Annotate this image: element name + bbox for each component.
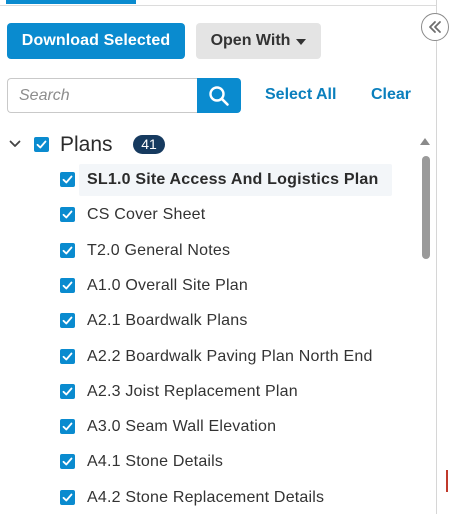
item-label[interactable]: A2.3 Joist Replacement Plan <box>87 376 298 408</box>
group-checkbox[interactable] <box>34 137 49 152</box>
search-icon <box>209 85 229 106</box>
list-item[interactable]: A2.1 Boardwalk Plans <box>0 305 420 337</box>
group-header-plans: Plans 41 <box>0 132 420 158</box>
list-item[interactable]: A2.2 Boardwalk Paving Plan North End <box>0 341 420 373</box>
clear-link[interactable]: Clear <box>371 86 411 104</box>
list-item[interactable]: A3.0 Seam Wall Elevation <box>0 411 420 443</box>
item-label[interactable]: A4.1 Stone Details <box>87 446 223 478</box>
select-all-link[interactable]: Select All <box>265 86 336 104</box>
open-with-dropdown[interactable]: Open With <box>196 23 321 59</box>
item-checkbox[interactable] <box>60 313 75 328</box>
scroll-up-arrow[interactable] <box>420 138 430 145</box>
check-icon <box>62 281 73 290</box>
item-checkbox[interactable] <box>60 419 75 434</box>
item-checkbox[interactable] <box>60 384 75 399</box>
active-tab-indicator[interactable] <box>6 0 136 4</box>
rail-marker <box>446 470 448 492</box>
scrollbar-thumb[interactable] <box>422 156 430 259</box>
search-button[interactable] <box>197 78 241 113</box>
item-checkbox[interactable] <box>60 454 75 469</box>
check-icon <box>62 210 73 219</box>
item-label[interactable]: CS Cover Sheet <box>87 199 205 231</box>
check-icon <box>62 246 73 255</box>
top-tab-strip <box>0 0 436 6</box>
check-icon <box>36 140 47 149</box>
caret-down-icon <box>296 39 307 45</box>
check-icon <box>62 387 73 396</box>
list-item[interactable]: T2.0 General Notes <box>0 235 420 267</box>
list-item[interactable]: A4.2 Stone Replacement Details <box>0 482 420 514</box>
download-selected-button[interactable]: Download Selected <box>7 23 185 59</box>
check-icon <box>62 175 73 184</box>
check-icon <box>62 422 73 431</box>
list-item[interactable]: A4.1 Stone Details <box>0 446 420 478</box>
list-item[interactable]: CS Cover Sheet <box>0 199 420 231</box>
right-rail <box>436 0 450 514</box>
chevron-down-icon[interactable] <box>9 138 21 150</box>
search-input[interactable] <box>7 78 199 113</box>
download-selected-label: Download Selected <box>21 32 171 49</box>
open-with-label: Open With <box>210 32 291 49</box>
list-item[interactable]: A2.3 Joist Replacement Plan <box>0 376 420 408</box>
item-checkbox[interactable] <box>60 243 75 258</box>
item-label[interactable]: A3.0 Seam Wall Elevation <box>87 411 276 443</box>
item-label[interactable]: A2.2 Boardwalk Paving Plan North End <box>87 341 373 373</box>
item-label[interactable]: A4.2 Stone Replacement Details <box>87 482 324 514</box>
item-checkbox[interactable] <box>60 207 75 222</box>
list-item[interactable]: A1.0 Overall Site Plan <box>0 270 420 302</box>
item-label[interactable]: T2.0 General Notes <box>87 235 230 267</box>
item-checkbox[interactable] <box>60 172 75 187</box>
check-icon <box>62 316 73 325</box>
double-chevron-left-icon <box>429 21 441 33</box>
item-label[interactable]: A1.0 Overall Site Plan <box>87 270 248 302</box>
count-badge: 41 <box>133 135 165 154</box>
item-checkbox[interactable] <box>60 490 75 505</box>
item-label[interactable]: SL1.0 Site Access And Logistics Plan <box>87 164 378 196</box>
item-label[interactable]: A2.1 Boardwalk Plans <box>87 305 248 337</box>
collapse-panel-button[interactable] <box>421 13 449 41</box>
search-box <box>7 78 241 113</box>
item-checkbox[interactable] <box>60 349 75 364</box>
check-icon <box>62 352 73 361</box>
check-icon <box>62 457 73 466</box>
group-title[interactable]: Plans <box>60 132 113 158</box>
check-icon <box>62 493 73 502</box>
list-item[interactable]: SL1.0 Site Access And Logistics Plan <box>0 164 420 196</box>
item-checkbox[interactable] <box>60 278 75 293</box>
